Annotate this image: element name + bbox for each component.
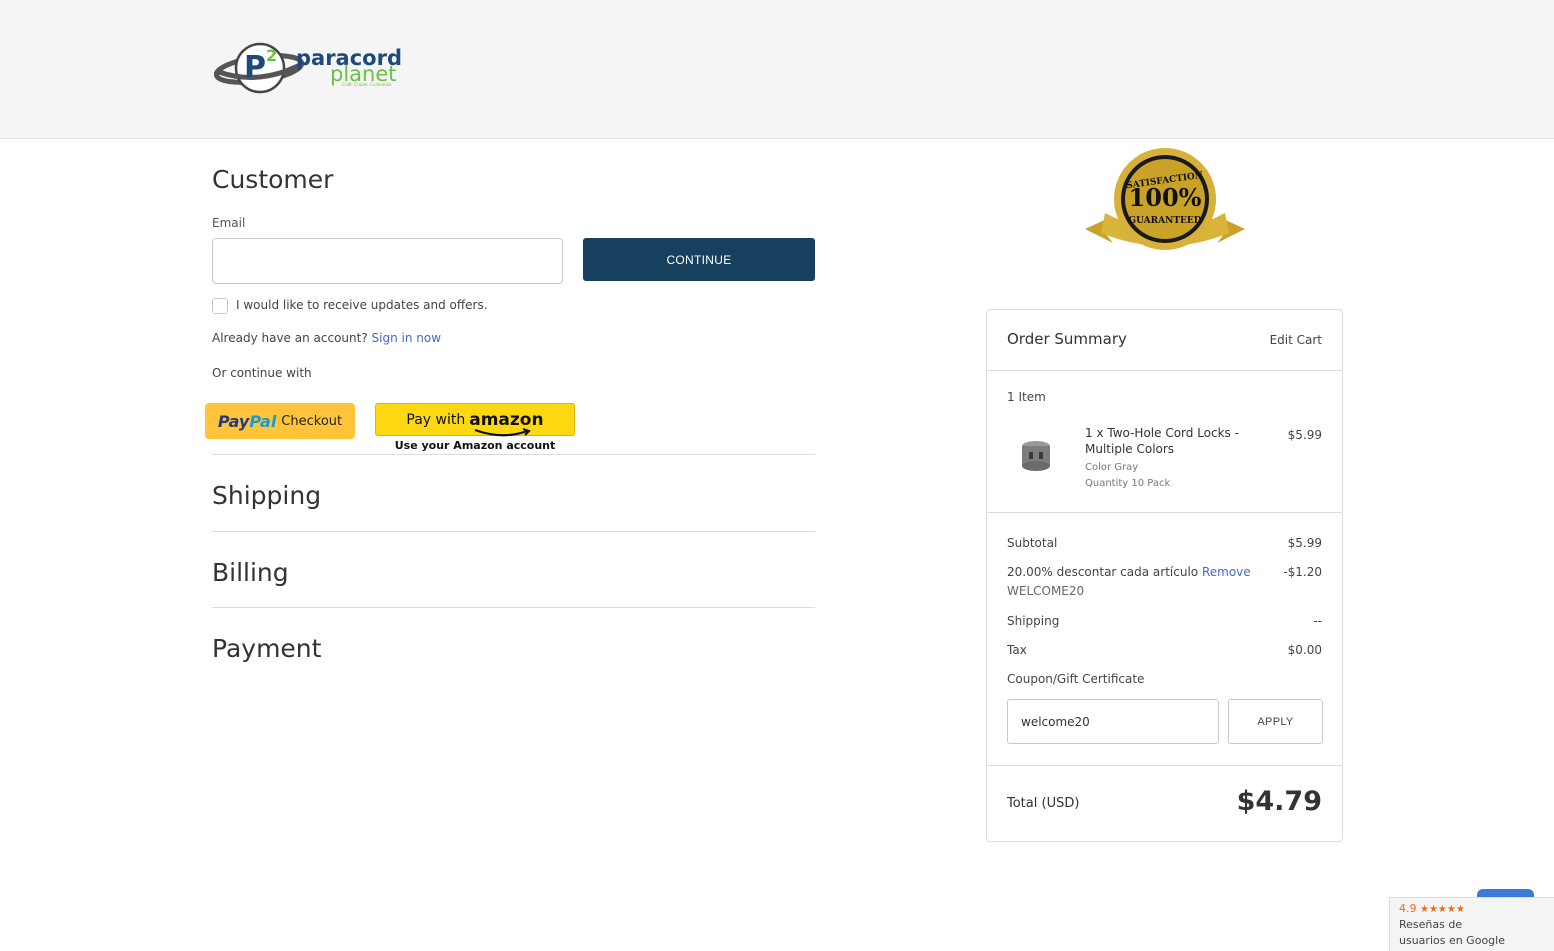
remove-discount-link[interactable]: Remove xyxy=(1202,565,1251,579)
payment-heading[interactable]: Payment xyxy=(212,634,321,663)
subtotal-value: $5.99 xyxy=(1287,536,1322,550)
divider xyxy=(212,607,815,608)
edit-cart-link[interactable]: Edit Cart xyxy=(1270,333,1322,347)
discount-line: 20.00% descontar cada artículo Remove xyxy=(1007,565,1322,579)
account-prompt: Already have an account? Sign in now xyxy=(212,331,441,345)
amazon-subtext: Use your Amazon account xyxy=(394,439,556,452)
logo-mark: P xyxy=(244,50,266,85)
divider xyxy=(987,370,1342,371)
logo-tagline: Craft. Create. Customize. xyxy=(342,82,393,87)
amazon-smile-icon xyxy=(474,427,532,436)
rating-stars-icon: ★★★★★ xyxy=(1420,904,1465,915)
badge-bottom-text: GUARANTEED xyxy=(1128,216,1201,226)
discount-code: WELCOME20 xyxy=(1007,584,1085,598)
tax-label: Tax xyxy=(1007,643,1027,657)
divider xyxy=(987,765,1342,766)
total-value: $4.79 xyxy=(1236,786,1322,817)
amazon-pay-label: Pay with xyxy=(406,411,466,428)
google-rating: 4.9 ★★★★★ xyxy=(1399,902,1465,915)
satisfaction-badge: SATISFACTION 100% GUARANTEED xyxy=(1083,147,1247,253)
item-name-line2: Multiple Colors xyxy=(1085,442,1175,456)
item-price: $5.99 xyxy=(1287,428,1322,442)
discount-label: 20.00% descontar cada artículo xyxy=(1007,565,1199,579)
guarantee-seal-icon: SATISFACTION 100% GUARANTEED xyxy=(1085,148,1245,250)
coupon-input[interactable]: welcome20 xyxy=(1007,699,1219,744)
item-option-color: Color Gray xyxy=(1085,462,1139,473)
item-option-quantity: Quantity 10 Pack xyxy=(1085,478,1171,489)
apply-coupon-button[interactable]: APPLY xyxy=(1228,699,1323,744)
email-label: Email xyxy=(212,216,246,230)
item-name-line1: 1 x Two-Hole Cord Locks - xyxy=(1085,426,1239,440)
updates-label: I would like to receive updates and offe… xyxy=(236,298,488,312)
account-prompt-text: Already have an account? xyxy=(212,331,368,345)
product-thumbnail xyxy=(1017,436,1055,474)
divider xyxy=(987,512,1342,513)
shipping-heading[interactable]: Shipping xyxy=(212,481,321,510)
or-continue-label: Or continue with xyxy=(212,366,312,380)
paypal-logo: PayPal xyxy=(217,411,277,431)
subtotal-label: Subtotal xyxy=(1007,536,1058,550)
shipping-label: Shipping xyxy=(1007,614,1060,628)
customer-heading: Customer xyxy=(212,165,334,194)
paypal-checkout-label: Checkout xyxy=(281,413,343,429)
email-input[interactable] xyxy=(212,238,563,284)
order-summary-panel: Order Summary Edit Cart 1 Item 1 x Two-H… xyxy=(986,309,1343,842)
logo-wordmark: paracord planet xyxy=(296,48,402,85)
google-reviews-line2: usuarios en Google xyxy=(1399,934,1505,947)
billing-heading[interactable]: Billing xyxy=(212,558,289,587)
amazon-logo: amazon xyxy=(469,410,544,436)
paypal-checkout-button[interactable]: PayPal Checkout xyxy=(205,403,355,439)
cord-lock-image xyxy=(1022,441,1050,471)
google-reviews-line1: Reseñas de xyxy=(1399,918,1463,931)
paracord-planet-logo[interactable]: P 2 paracord planet Craft. Create. Custo… xyxy=(213,38,404,100)
logo-line2: planet xyxy=(330,62,397,86)
site-header: P 2 paracord planet Craft. Create. Custo… xyxy=(0,0,1554,139)
discount-value: -$1.20 xyxy=(1283,565,1322,579)
logo-mark-sup: 2 xyxy=(266,46,278,65)
divider xyxy=(212,531,815,532)
tax-value: $0.00 xyxy=(1287,643,1322,657)
shipping-value: -- xyxy=(1313,614,1322,628)
badge-middle-text: 100% xyxy=(1129,183,1202,212)
coupon-link[interactable]: Coupon/Gift Certificate xyxy=(1007,672,1322,686)
divider xyxy=(212,454,815,455)
amazon-pay-button[interactable]: Pay with amazon xyxy=(375,403,575,436)
sign-in-link[interactable]: Sign in now xyxy=(372,331,442,345)
google-reviews-widget[interactable]: 4.9 ★★★★★ Reseñas de usuarios en Google xyxy=(1389,897,1554,951)
item-count: 1 Item xyxy=(1007,390,1046,404)
updates-checkbox[interactable] xyxy=(212,298,228,314)
continue-button[interactable]: CONTINUE xyxy=(583,238,815,281)
